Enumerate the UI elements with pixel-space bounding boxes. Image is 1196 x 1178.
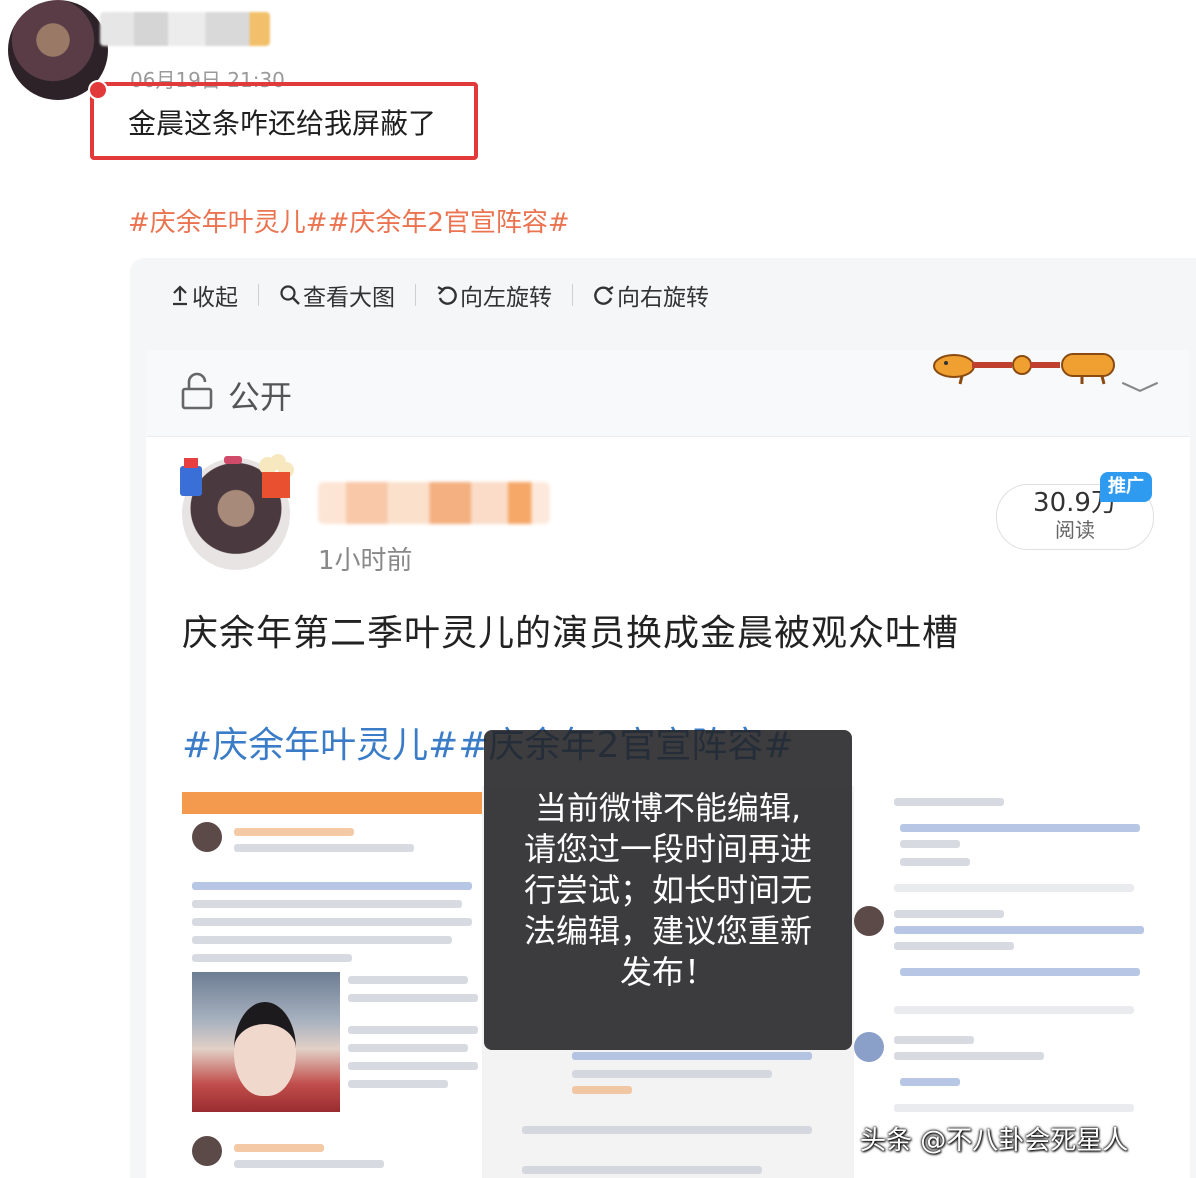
view-large-button[interactable]: 查看大图	[279, 278, 395, 312]
edit-error-toast: 当前微博不能编辑, 请您过一段时间再进 行尝试；如长时间无 法编辑，建议您重新 …	[484, 730, 852, 1050]
post-hashtags[interactable]: #庆余年叶灵儿##庆余年2官宣阵容#	[128, 202, 570, 239]
avatar	[192, 822, 222, 852]
visibility-label[interactable]: 公开	[228, 372, 292, 418]
search-icon	[280, 285, 300, 305]
thumbnail-left[interactable]	[182, 786, 482, 1178]
promo-badge: 推广	[1100, 472, 1152, 502]
collapse-button[interactable]: 收起	[170, 278, 238, 312]
blurred-username[interactable]	[318, 482, 550, 524]
drama-still-image	[192, 972, 340, 1112]
avatar	[854, 1032, 884, 1062]
toast-line: 请您过一段时间再进	[523, 830, 812, 868]
toolbar-divider	[572, 284, 573, 306]
unlock-icon	[181, 372, 213, 410]
rotate-left-label: 向左旋转	[460, 285, 552, 311]
toast-line: 发布！	[619, 953, 716, 991]
thumbnail-header	[182, 792, 482, 814]
rotate-right-icon	[594, 286, 614, 305]
popcorn-decoration	[180, 454, 294, 498]
post-title: 庆余年第二季叶灵儿的演员换成金晨被观众吐槽	[182, 613, 960, 654]
sausage-dog-decoration	[933, 353, 1115, 385]
watermark: 头条 @不八卦会死星人	[860, 1126, 1129, 1156]
rotate-left-icon	[437, 286, 457, 305]
avatar	[854, 906, 884, 936]
view-large-label: 查看大图	[303, 285, 395, 311]
toast-line: 法编辑，建议您重新	[523, 912, 812, 950]
rotate-right-button[interactable]: 向右旋转	[593, 278, 709, 312]
rotate-right-label: 向右旋转	[617, 285, 709, 311]
toolbar-divider	[258, 284, 259, 306]
image-toolbar: 收起 查看大图 向左旋转 向右旋转	[170, 278, 709, 312]
chevron-down-icon[interactable]: ﹀	[1120, 374, 1159, 414]
toast-line: 当前微博不能编辑,	[534, 789, 802, 827]
toast-line: 行尝试；如长时间无	[523, 871, 812, 909]
collapse-label: 收起	[192, 285, 238, 311]
toolbar-divider	[415, 284, 416, 306]
rotate-left-button[interactable]: 向左旋转	[436, 278, 552, 312]
post-text: 金晨这条咋还给我屏蔽了	[128, 107, 437, 140]
read-count-label: 阅读	[1055, 518, 1095, 542]
upload-arrow-icon	[173, 285, 187, 306]
post-timestamp: 1小时前	[318, 546, 413, 576]
blurred-username[interactable]	[100, 12, 270, 46]
avatar	[192, 1136, 222, 1166]
highlight-dot	[88, 80, 108, 100]
